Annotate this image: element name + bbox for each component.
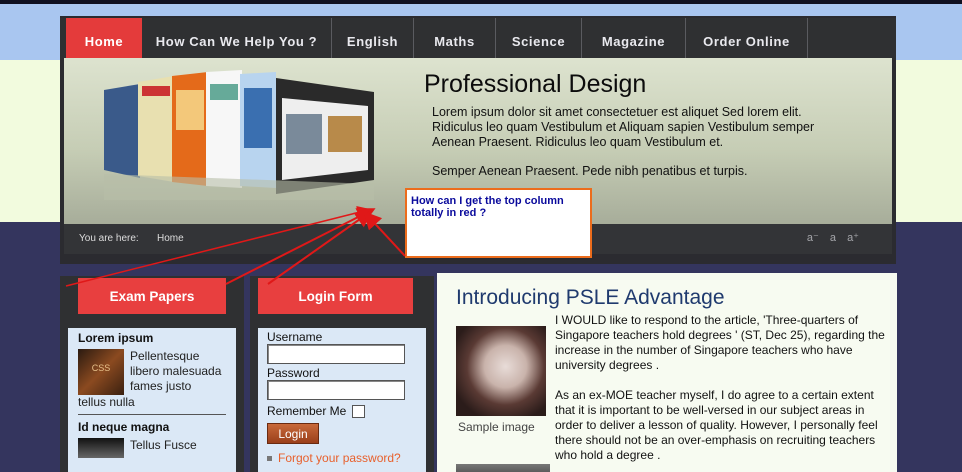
font-reset-button[interactable]: a — [830, 232, 836, 244]
forgot-password-link[interactable]: Forgot your password? — [278, 451, 401, 465]
nav-item-science[interactable]: Science — [496, 18, 582, 60]
image-caption: Sample image — [458, 420, 535, 434]
nav-item-maths[interactable]: Maths — [414, 18, 496, 60]
exam-item-heading[interactable]: Lorem ipsum — [78, 331, 226, 345]
list-item: CSS Pellentesque libero malesuada fames … — [78, 349, 226, 395]
username-label: Username — [267, 330, 323, 344]
article-sample-image — [456, 326, 546, 416]
bullet-icon — [267, 455, 272, 461]
username-field[interactable] — [267, 344, 405, 364]
font-decrease-button[interactable]: a⁻ — [807, 232, 819, 244]
remember-me-row: Remember Me — [267, 404, 417, 418]
hero-paragraph-1: Lorem ipsum dolor sit amet consectetuer … — [432, 105, 815, 149]
exam-item-heading[interactable]: Id neque magna — [78, 420, 226, 434]
nav-item-english[interactable]: English — [332, 18, 414, 60]
article-paragraph-2: As an ex-MOE teacher myself, I do agree … — [555, 388, 878, 462]
nav-item-order-online[interactable]: Order Online — [686, 18, 808, 60]
article-paragraph-1: I WOULD like to respond to the article, … — [555, 313, 885, 372]
forgot-password-row: Forgot your password? — [267, 451, 417, 465]
exam-item-text: Pellentesque libero malesuada fames just… — [130, 349, 222, 393]
exam-item-text: Tellus Fusce — [130, 438, 197, 452]
breadcrumb-label: You are here: — [79, 233, 139, 244]
exam-papers-body: Lorem ipsum CSS Pellentesque libero male… — [68, 328, 236, 472]
list-item: Tellus Fusce — [78, 438, 226, 458]
website-screenshots-image — [104, 70, 374, 200]
hero-paragraph-2: Semper Aenean Praesent. Pede nibh penati… — [432, 164, 748, 178]
remember-me-label: Remember Me — [267, 404, 347, 418]
font-increase-button[interactable]: a⁺ — [847, 232, 859, 244]
nav-item-home[interactable]: Home — [66, 18, 142, 60]
password-field[interactable] — [267, 380, 405, 400]
divider — [78, 414, 226, 415]
nav-item-how-can-we-help[interactable]: How Can We Help You ? — [142, 18, 332, 60]
exam-papers-title: Exam Papers — [78, 278, 226, 314]
nav-item-magazine[interactable]: Magazine — [582, 18, 686, 60]
login-form-body: Username Password Remember Me Login Forg… — [258, 328, 426, 472]
main-nav: Home How Can We Help You ? English Maths… — [60, 18, 896, 60]
font-size-controls: a⁻ a a⁺ — [799, 231, 859, 244]
login-module: ⚜ Login Form Username Password Remember … — [250, 276, 434, 472]
exam-papers-module: ⚜ Exam Papers Lorem ipsum CSS Pellentesq… — [60, 276, 244, 472]
read-more-button[interactable] — [456, 464, 550, 472]
annotation-callout: How can I get the top column totally in … — [405, 188, 592, 258]
book-cover-thumbnail: CSS — [78, 349, 124, 395]
breadcrumb-home-link[interactable]: Home — [157, 233, 184, 244]
login-form-title: Login Form — [258, 278, 413, 314]
main-article: Introducing PSLE Advantage Sample image … — [437, 273, 897, 472]
login-button[interactable]: Login — [267, 423, 319, 444]
article-title[interactable]: Introducing PSLE Advantage — [456, 286, 725, 310]
hero-title: Professional Design — [424, 70, 647, 98]
book-cover-thumbnail — [78, 438, 124, 458]
article-body: I WOULD like to respond to the article, … — [555, 313, 885, 472]
password-label: Password — [267, 366, 320, 380]
exam-item-tail: tellus nulla — [78, 395, 135, 409]
remember-me-checkbox[interactable] — [352, 404, 366, 418]
